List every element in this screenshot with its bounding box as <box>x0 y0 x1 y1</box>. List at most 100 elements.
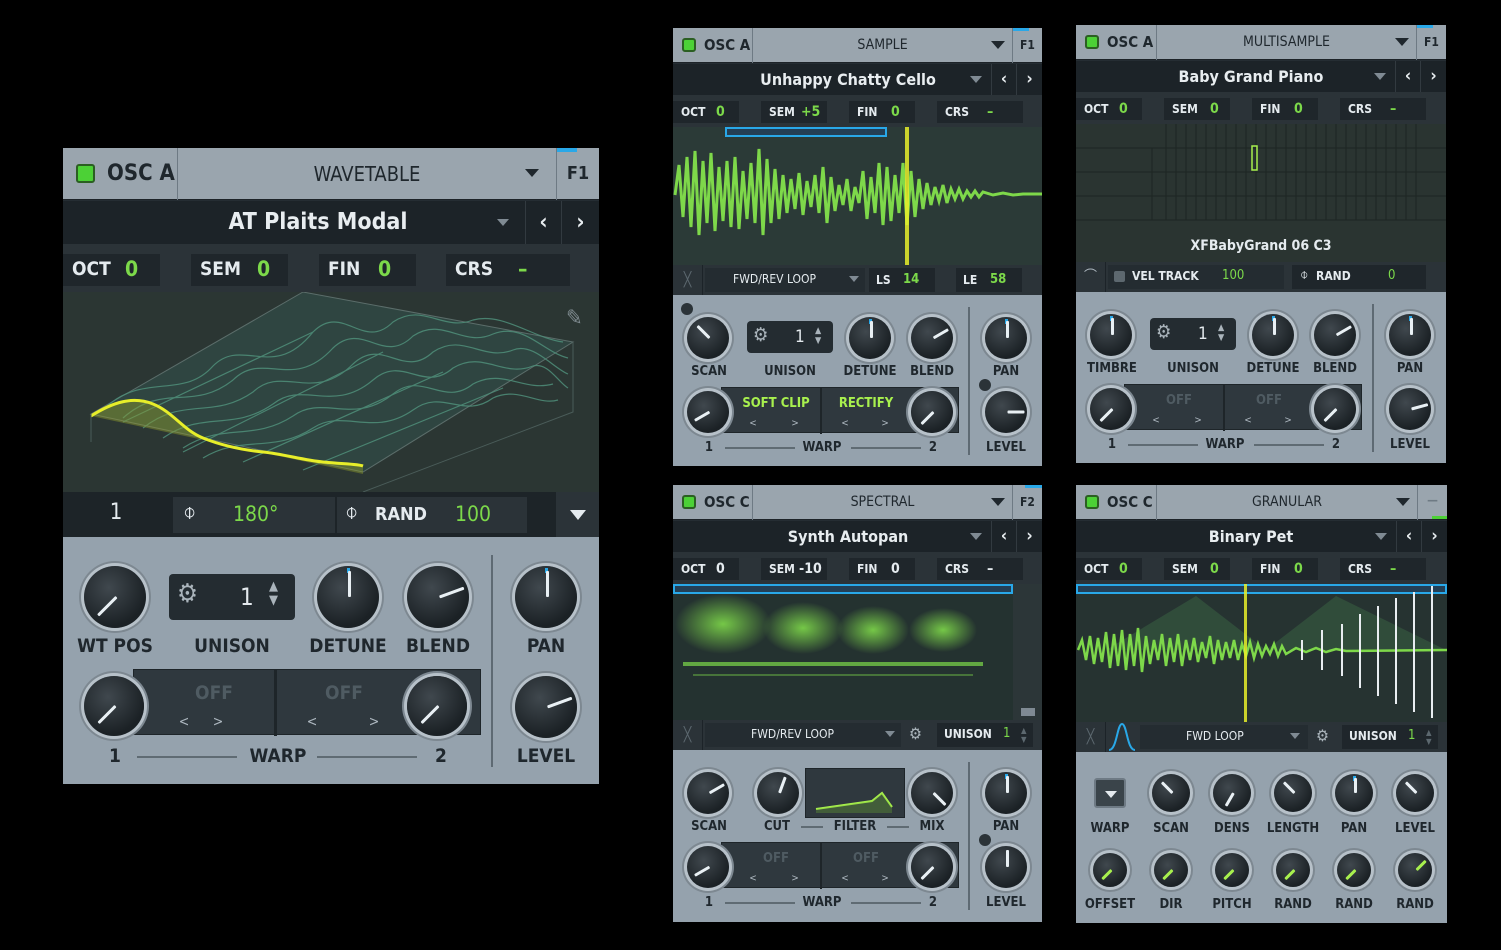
warp2-knob[interactable] <box>407 676 467 736</box>
loop-toggle-icon[interactable]: ╳ <box>673 720 703 750</box>
preset-dropdown-icon[interactable] <box>970 533 982 540</box>
warp2-prev-button[interactable]: < <box>838 873 852 884</box>
osc-type-selector[interactable]: WAVETABLE <box>177 148 557 200</box>
sample-map-display[interactable]: XFBabyGrand 06 C3 <box>1076 124 1446 262</box>
osc-type-selector[interactable]: SPECTRAL <box>752 485 1013 520</box>
warp2-prev-button[interactable]: < <box>302 714 322 730</box>
unison-stepper[interactable]: ⚙ 1 ▲ ▼ <box>747 321 833 353</box>
next-preset-button[interactable]: › <box>1421 521 1447 552</box>
fx-route-button[interactable]: F1 <box>1013 28 1042 63</box>
warp1-next-button[interactable]: > <box>1191 415 1205 426</box>
cut-knob[interactable] <box>757 772 799 814</box>
sem-field[interactable]: SEM 0 <box>1164 558 1230 580</box>
next-preset-button[interactable]: › <box>1420 61 1446 92</box>
chevron-down-icon[interactable] <box>525 169 539 177</box>
pan-knob[interactable] <box>1335 774 1373 812</box>
warp1-prev-button[interactable]: < <box>746 873 760 884</box>
chevron-down-icon[interactable] <box>556 492 599 537</box>
warp1-knob[interactable] <box>84 676 144 736</box>
scan-knob[interactable] <box>687 772 729 814</box>
spectrogram-display[interactable] <box>673 584 1042 720</box>
preset-dropdown-icon[interactable] <box>1375 533 1387 540</box>
warp2-knob[interactable] <box>911 391 953 433</box>
lock-icon[interactable] <box>681 303 693 315</box>
stepper-arrows-icon[interactable]: ▲ ▼ <box>1218 323 1224 343</box>
grain-shape-icon[interactable] <box>1107 722 1137 752</box>
sample-waveform-display[interactable] <box>673 127 1042 265</box>
warp1-next-button[interactable]: > <box>208 714 228 730</box>
fx-route-button[interactable]: F2 <box>1013 485 1042 520</box>
offset-knob[interactable] <box>1093 853 1127 887</box>
granular-waveform-display[interactable] <box>1076 584 1447 722</box>
blend-knob[interactable] <box>1314 314 1356 356</box>
gear-icon[interactable]: ⚙ <box>909 724 922 743</box>
level-knob[interactable] <box>1396 774 1434 812</box>
oct-field[interactable]: OCT 0 <box>673 101 739 123</box>
filter-display[interactable] <box>805 768 905 818</box>
fin-field[interactable]: FIN 0 <box>1252 98 1318 120</box>
crs-field[interactable]: CRS – <box>937 558 1023 580</box>
warp2-prev-button[interactable]: < <box>838 418 852 429</box>
lock-icon[interactable] <box>979 834 991 846</box>
loop-toggle-icon[interactable]: ╳ <box>1076 722 1106 752</box>
loop-toggle-icon[interactable]: ╳ <box>673 265 703 295</box>
detune-knob[interactable] <box>1252 314 1294 356</box>
preset-name[interactable]: Baby Grand Piano <box>1146 67 1356 86</box>
next-preset-button[interactable]: › <box>561 201 599 244</box>
fin-field[interactable]: FIN 0 <box>1252 558 1318 580</box>
warp1-prev-button[interactable]: < <box>1149 415 1163 426</box>
sem-field[interactable]: SEM +5 <box>761 101 827 123</box>
warp1-knob[interactable] <box>1090 388 1132 430</box>
prev-preset-button[interactable]: ‹ <box>1396 521 1421 552</box>
preset-name[interactable]: Unhappy Chatty Cello <box>743 70 953 89</box>
gear-icon[interactable]: ⚙ <box>753 324 768 346</box>
scan-knob[interactable] <box>1152 774 1190 812</box>
detune-knob[interactable] <box>317 566 379 628</box>
fx-route-button[interactable]: F1 <box>557 148 599 200</box>
rand-field[interactable]: ⌽ RAND 100 <box>337 497 527 533</box>
length-rand-knob[interactable] <box>1276 853 1310 887</box>
warp1-type[interactable]: OFF <box>732 851 820 866</box>
level-rand-knob[interactable] <box>1398 853 1432 887</box>
warp2-type[interactable]: RECTIFY <box>822 396 910 411</box>
prev-preset-button[interactable]: ‹ <box>1395 61 1420 92</box>
pencil-icon[interactable]: ✎ <box>566 306 583 331</box>
blend-knob[interactable] <box>911 317 953 359</box>
dens-knob[interactable] <box>1213 774 1251 812</box>
sem-field[interactable]: SEM 0 <box>1164 98 1230 120</box>
oct-field[interactable]: OCT 0 <box>63 254 160 286</box>
level-knob[interactable] <box>985 391 1027 433</box>
fx-route-button[interactable]: — <box>1418 485 1447 520</box>
warp1-prev-button[interactable]: < <box>174 714 194 730</box>
unison-field[interactable]: UNISON 1 ▲ ▼ <box>1342 725 1438 749</box>
gear-icon[interactable]: ⚙ <box>1316 726 1329 745</box>
osc-enable-toggle[interactable] <box>682 495 696 509</box>
osc-enable-toggle[interactable] <box>76 164 95 183</box>
lock-icon[interactable] <box>979 379 991 391</box>
warp2-next-button[interactable]: > <box>1281 415 1295 426</box>
osc-enable-toggle[interactable] <box>1085 495 1099 509</box>
warp2-type[interactable]: OFF <box>822 851 910 866</box>
pan-knob[interactable] <box>515 566 577 628</box>
level-knob[interactable] <box>1389 388 1431 430</box>
unison-stepper[interactable]: ⚙ 1 ▲ ▼ <box>169 574 295 620</box>
wavetable-3d-display[interactable]: ✎ <box>63 292 599 492</box>
loop-end-field[interactable]: LE 58 <box>956 268 1022 292</box>
warp2-knob[interactable] <box>1314 388 1356 430</box>
warp2-type[interactable]: OFF <box>1225 393 1313 408</box>
prev-preset-button[interactable]: ‹ <box>991 64 1016 95</box>
chevron-down-icon[interactable] <box>991 498 1005 506</box>
length-knob[interactable] <box>1274 774 1312 812</box>
fin-field[interactable]: FIN 0 <box>319 254 416 286</box>
osc-type-selector[interactable]: SAMPLE <box>752 28 1013 63</box>
warp1-type[interactable]: SOFT CLIP <box>732 396 820 411</box>
warp2-prev-button[interactable]: < <box>1241 415 1255 426</box>
warp1-next-button[interactable]: > <box>788 418 802 429</box>
preset-name[interactable]: AT Plaits Modal <box>163 209 473 235</box>
warp1-knob[interactable] <box>687 391 729 433</box>
pan-rand-knob[interactable] <box>1337 853 1371 887</box>
stepper-arrows-icon[interactable]: ▲ ▼ <box>815 326 821 346</box>
unison-stepper[interactable]: ⚙ 1 ▲ ▼ <box>1150 318 1236 350</box>
warp1-next-button[interactable]: > <box>788 873 802 884</box>
mix-knob[interactable] <box>911 772 953 814</box>
